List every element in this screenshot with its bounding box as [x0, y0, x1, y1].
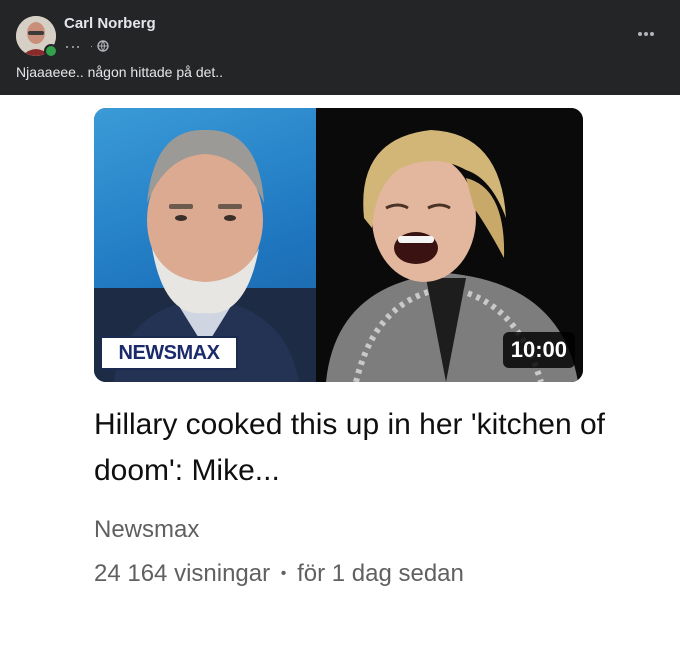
- post-meta: ·: [64, 38, 109, 54]
- thumbnail-left-panel: NEWSMAX: [94, 108, 316, 382]
- video-title[interactable]: Hillary cooked this up in her 'kitchen o…: [94, 402, 634, 494]
- stats-separator: •: [280, 565, 287, 582]
- post-text: Njaaaeee.. någon hittade på det..: [16, 64, 224, 80]
- video-thumbnail[interactable]: NEWSMAX 10:00: [94, 108, 583, 382]
- video-stats: 24 164 visningar • för 1 dag sedan: [94, 560, 464, 588]
- newsmax-logo: NEWSMAX: [100, 336, 238, 370]
- thumbnail-right-panel: 10:00: [316, 108, 583, 382]
- post-header: Carl Norberg · Njaaaeee.. någon hittade …: [0, 0, 680, 95]
- video-duration-badge: 10:00: [502, 332, 575, 368]
- online-status-dot: [44, 44, 58, 58]
- view-count: 24 164 visningar: [94, 560, 271, 587]
- channel-name[interactable]: Newsmax: [94, 516, 199, 544]
- more-dots-icon: [638, 32, 654, 36]
- upload-age: för 1 dag sedan: [297, 560, 464, 587]
- meta-separator: ·: [90, 41, 93, 51]
- author-name[interactable]: Carl Norberg: [64, 15, 156, 32]
- globe-icon[interactable]: [97, 40, 109, 52]
- more-options-button[interactable]: [630, 20, 662, 48]
- timestamp-placeholder[interactable]: [64, 43, 86, 49]
